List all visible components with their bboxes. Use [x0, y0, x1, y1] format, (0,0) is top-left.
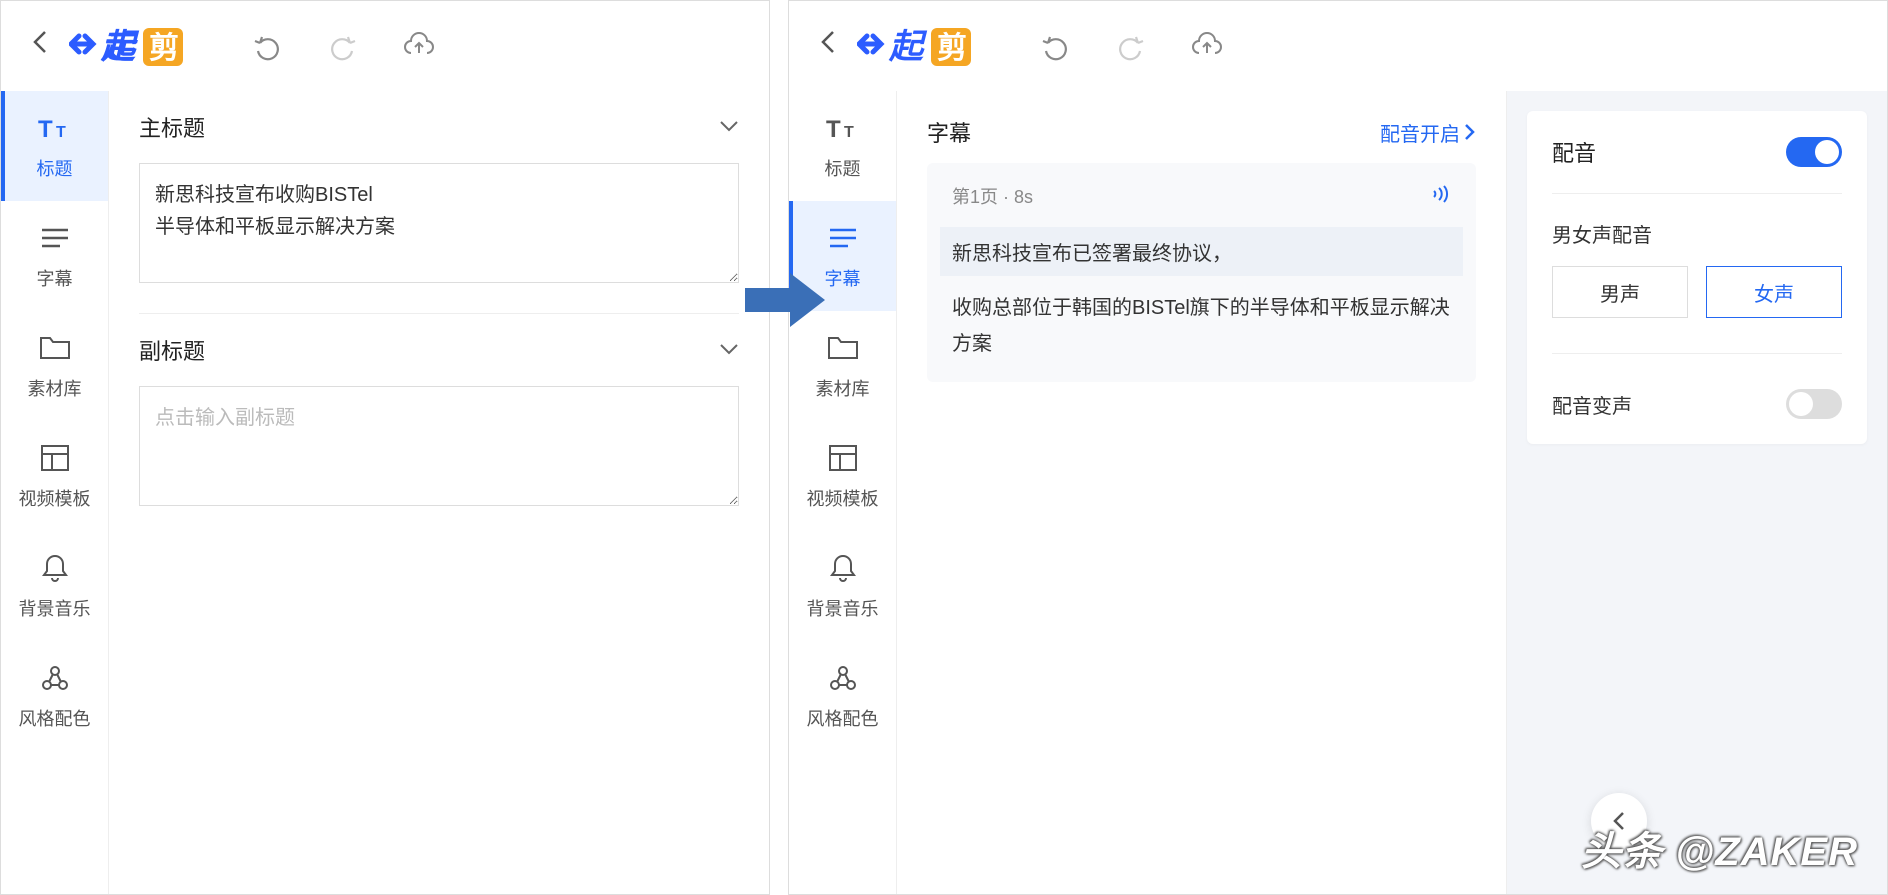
back-button[interactable] — [819, 28, 837, 63]
topbar-left: 走 起 剪 — [1, 1, 769, 91]
svg-text:T: T — [826, 116, 841, 143]
palette-icon — [826, 661, 860, 695]
template-icon — [826, 441, 860, 475]
sidebar-item-template[interactable]: 视频模板 — [1, 421, 108, 531]
subtitle-icon — [38, 221, 72, 255]
subtitle-line-1[interactable]: 新思科技宣布已签署最终协议， — [940, 227, 1463, 276]
voice-enable-link[interactable]: 配音开启 — [1380, 118, 1476, 147]
svg-text:T: T — [38, 116, 53, 143]
sidebar-label: 素材库 — [28, 375, 82, 401]
redo-button[interactable] — [325, 28, 361, 64]
bell-icon — [38, 551, 72, 585]
palette-icon — [38, 661, 72, 695]
sidebar-item-library[interactable]: 素材库 — [1, 311, 108, 421]
svg-text:起: 起 — [888, 28, 928, 66]
sidebar-label: 背景音乐 — [19, 595, 91, 621]
left-panel: 走 起 剪 TT 标题 — [0, 0, 770, 895]
watermark: 头条 @ZAKER — [1581, 819, 1858, 877]
subtitle-title: 字幕 — [927, 116, 971, 148]
sidebar-label: 字幕 — [37, 265, 73, 291]
svg-text:T: T — [844, 124, 854, 141]
sidebar-label: 风格配色 — [19, 705, 91, 731]
title-icon: TT — [826, 111, 860, 145]
cloud-upload-button[interactable] — [401, 28, 437, 64]
svg-text:T: T — [56, 124, 66, 141]
voice-toggle-switch[interactable] — [1786, 137, 1842, 167]
sidebar-label: 视频模板 — [807, 485, 879, 511]
sub-title-section: 副标题 — [139, 334, 739, 536]
sidebar-label: 风格配色 — [807, 705, 879, 731]
main-title-label: 主标题 — [139, 111, 205, 143]
sidebar-item-title[interactable]: TT 标题 — [789, 91, 896, 201]
sidebar-right: TT 标题 字幕 素材库 视频模板 — [789, 91, 897, 894]
chevron-down-icon[interactable] — [719, 117, 739, 138]
sidebar-label: 素材库 — [816, 375, 870, 401]
voice-option-male[interactable]: 男声 — [1552, 266, 1688, 318]
back-button[interactable] — [31, 28, 49, 63]
topbar-right: 起 剪 — [789, 1, 1887, 91]
sub-title-input[interactable] — [139, 386, 739, 506]
sidebar-item-music[interactable]: 背景音乐 — [789, 531, 896, 641]
svg-text:起: 起 — [100, 28, 140, 66]
content-left: 主标题 副标题 — [109, 91, 769, 894]
subtitle-content: 字幕 配音开启 第1页 · 8s 新思科技宣布已签署最终协议， 收购总部位于韩国 — [897, 91, 1507, 894]
voice-change-label: 配音变声 — [1552, 390, 1632, 419]
undo-button[interactable] — [1037, 28, 1073, 64]
page-meta-label: 第1页 · 8s — [952, 183, 1033, 209]
svg-text:剪: 剪 — [149, 32, 179, 65]
chevron-right-icon — [1464, 123, 1476, 141]
undo-button[interactable] — [249, 28, 285, 64]
gender-label: 男女声配音 — [1552, 219, 1842, 248]
subtitle-icon — [826, 221, 860, 255]
folder-icon — [38, 331, 72, 365]
sidebar-item-subtitle[interactable]: 字幕 — [1, 201, 108, 311]
arrow-right-icon — [740, 270, 830, 330]
subtitle-page-card[interactable]: 第1页 · 8s 新思科技宣布已签署最终协议， 收购总部位于韩国的BISTel旗… — [927, 163, 1476, 382]
voice-side-panel: 配音 男女声配音 男声 女声 配音变声 — [1507, 91, 1887, 894]
sound-wave-icon — [1431, 185, 1451, 208]
chevron-down-icon[interactable] — [719, 340, 739, 361]
template-icon — [38, 441, 72, 475]
folder-icon — [826, 331, 860, 365]
logo: 起 剪 — [857, 21, 997, 71]
logo: 走 起 剪 — [69, 21, 209, 71]
title-icon: TT — [38, 111, 72, 145]
sidebar-label: 视频模板 — [19, 485, 91, 511]
subtitle-line-2[interactable]: 收购总部位于韩国的BISTel旗下的半导体和平板显示解决方案 — [952, 290, 1451, 362]
sidebar-left: TT 标题 字幕 素材库 视频模板 — [1, 91, 109, 894]
voice-change-toggle[interactable] — [1786, 389, 1842, 419]
sidebar-label: 标题 — [825, 155, 861, 181]
voice-panel-title: 配音 — [1552, 136, 1596, 168]
sidebar-item-template[interactable]: 视频模板 — [789, 421, 896, 531]
cloud-upload-button[interactable] — [1189, 28, 1225, 64]
sidebar-label: 标题 — [37, 155, 73, 181]
bell-icon — [826, 551, 860, 585]
sidebar-item-color[interactable]: 风格配色 — [1, 641, 108, 751]
voice-option-female[interactable]: 女声 — [1706, 266, 1842, 318]
sidebar-label: 背景音乐 — [807, 595, 879, 621]
sub-title-label: 副标题 — [139, 334, 205, 366]
sidebar-item-music[interactable]: 背景音乐 — [1, 531, 108, 641]
redo-button[interactable] — [1113, 28, 1149, 64]
sidebar-item-title[interactable]: TT 标题 — [1, 91, 108, 201]
svg-text:剪: 剪 — [937, 32, 967, 65]
sidebar-item-color[interactable]: 风格配色 — [789, 641, 896, 751]
main-title-section: 主标题 — [139, 111, 739, 314]
main-title-input[interactable] — [139, 163, 739, 283]
right-panel: 起 剪 TT 标题 字幕 — [788, 0, 1888, 895]
